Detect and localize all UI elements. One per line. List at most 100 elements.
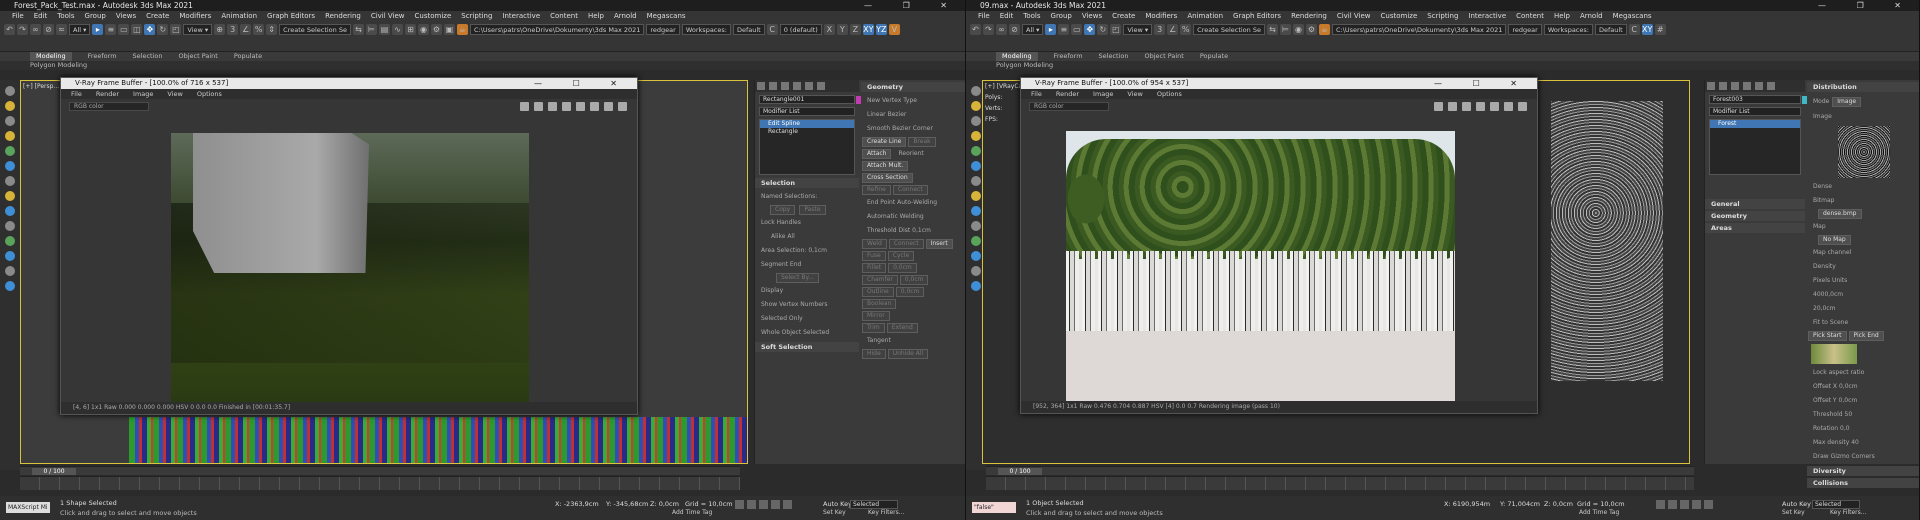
r-render-icon[interactable]: ☕ xyxy=(1318,24,1330,35)
connect-button-2[interactable]: Connect xyxy=(888,239,924,249)
rollout-soft-selection[interactable]: Soft Selection xyxy=(755,342,859,352)
r-menu-megascans[interactable]: Megascans xyxy=(1613,11,1652,22)
max-density-value[interactable]: 40 xyxy=(1851,439,1859,446)
r-vfb-menu-view[interactable]: View xyxy=(1127,89,1142,99)
r-vfb-menu-options[interactable]: Options xyxy=(1157,89,1182,99)
render-setup-icon[interactable]: ⚙ xyxy=(430,24,442,35)
r-forest-icon[interactable] xyxy=(971,146,981,156)
r-rect-select-icon[interactable]: ▭ xyxy=(1071,24,1083,35)
linear-radio[interactable]: Linear xyxy=(867,111,886,118)
r-menu-scripting[interactable]: Scripting xyxy=(1427,11,1458,22)
menu-content[interactable]: Content xyxy=(550,11,578,22)
boolean-button[interactable]: Boolean xyxy=(862,299,897,309)
add-time-tag[interactable]: Add Time Tag xyxy=(672,509,712,516)
stack-item-forest[interactable]: Forest xyxy=(1710,120,1800,128)
vfb-menu-view[interactable]: View xyxy=(167,89,182,99)
r-create-icon[interactable] xyxy=(971,86,981,96)
r-menu-modifiers[interactable]: Modifiers xyxy=(1145,11,1177,22)
pick-end-button[interactable]: Pick End xyxy=(1848,331,1884,341)
r-spacewarp-icon[interactable] xyxy=(971,191,981,201)
left-track-bar[interactable] xyxy=(20,476,740,490)
extend-button[interactable]: Extend xyxy=(886,323,918,333)
r-unlink-icon[interactable]: ⊘ xyxy=(1009,24,1020,35)
r-display-icon[interactable] xyxy=(971,266,981,276)
axis-xy-icon[interactable]: XY xyxy=(862,24,874,35)
menu-views[interactable]: Views xyxy=(116,11,136,22)
attach-mult-button[interactable]: Attach Mult. xyxy=(862,161,909,171)
set-key-button[interactable]: Set Key xyxy=(823,509,846,516)
r-render-stop-icon[interactable] xyxy=(1504,102,1513,111)
pick-start-button[interactable]: Pick Start xyxy=(1808,331,1847,341)
cross-section-button[interactable]: Cross Section xyxy=(862,173,913,183)
r-prev-frame-icon[interactable] xyxy=(1668,500,1677,509)
spinner-snap-icon[interactable]: ⇕ xyxy=(266,24,278,35)
chamfer-value[interactable]: 0,0cm xyxy=(899,275,929,285)
draw-gizmo-checkbox[interactable]: Draw Gizmo Corners xyxy=(1807,450,1919,464)
render-icon[interactable]: ☕ xyxy=(456,24,468,35)
rotation-value[interactable]: 0,0 xyxy=(1840,425,1850,432)
selection-filter-dropdown[interactable]: All ▾ xyxy=(69,24,91,35)
r-scale-icon[interactable]: ◰ xyxy=(1110,24,1122,35)
r-align-icon[interactable]: ⊨ xyxy=(1279,24,1291,35)
distribution-map-thumbnail[interactable] xyxy=(1838,126,1890,178)
next-frame-icon[interactable] xyxy=(771,500,780,509)
r-redo-icon[interactable]: ↷ xyxy=(983,24,994,35)
r-go-to-start-icon[interactable] xyxy=(1656,500,1665,509)
connect-button[interactable]: Connect xyxy=(892,185,928,195)
r-motion-tab-icon[interactable] xyxy=(1743,82,1751,90)
density-y-value[interactable]: 20,0cm xyxy=(1807,302,1919,316)
create-line-button[interactable]: Create Line xyxy=(862,137,907,147)
layer-dropdown[interactable]: 0 (default) xyxy=(779,24,822,35)
render-frame-icon[interactable]: ▣ xyxy=(443,24,455,35)
r-mirror-icon[interactable]: ⇆ xyxy=(1266,24,1278,35)
r-menu-help[interactable]: Help xyxy=(1554,11,1570,22)
r-save-icon[interactable] xyxy=(1434,102,1443,111)
offset-y-value[interactable]: 0,0cm xyxy=(1839,397,1858,404)
r-ribbon-tab-populate[interactable]: Populate xyxy=(1200,52,1228,61)
copitor-icon[interactable]: C xyxy=(766,24,778,35)
r-set-key-button[interactable]: Set Key xyxy=(1782,509,1805,516)
r-select-icon[interactable]: ▸ xyxy=(1045,24,1057,35)
right-track-bar[interactable] xyxy=(986,476,1694,490)
display-tab-icon[interactable] xyxy=(805,82,813,90)
rect-select-icon[interactable]: ▭ xyxy=(118,24,130,35)
helper-icon[interactable] xyxy=(5,176,15,186)
region-icon[interactable] xyxy=(576,102,585,111)
axis-x-icon[interactable]: X xyxy=(823,24,835,35)
pivot-icon[interactable]: ⊕ xyxy=(214,24,226,35)
menu-interactive[interactable]: Interactive xyxy=(502,11,540,22)
undo-icon[interactable]: ↶ xyxy=(4,24,15,35)
curve-editor-icon[interactable]: ∿ xyxy=(391,24,403,35)
menu-scripting[interactable]: Scripting xyxy=(461,11,492,22)
fillet-value[interactable]: 0,0cm xyxy=(888,263,917,273)
play-icon[interactable] xyxy=(759,500,768,509)
selected-only-checkbox[interactable]: Selected Only xyxy=(755,312,859,326)
no-map-button[interactable]: No Map xyxy=(1818,235,1851,245)
r-menu-file[interactable]: File xyxy=(978,11,990,22)
r-light-icon[interactable] xyxy=(971,101,981,111)
ribbon-tab-freeform[interactable]: Freeform xyxy=(88,52,117,61)
r-helper-icon[interactable] xyxy=(971,176,981,186)
r-time-slider-frame[interactable]: 0 / 100 xyxy=(998,468,1042,475)
menu-arnold[interactable]: Arnold xyxy=(614,11,637,22)
menu-graph-editors[interactable]: Graph Editors xyxy=(267,11,315,22)
trim-button[interactable]: Trim xyxy=(862,323,885,333)
maxscript-listener[interactable]: MAXScript Mi xyxy=(6,502,50,513)
r-display-tab-icon[interactable] xyxy=(1755,82,1763,90)
r-clear-icon[interactable] xyxy=(1462,102,1471,111)
menu-rendering[interactable]: Rendering xyxy=(325,11,361,22)
go-to-start-icon[interactable] xyxy=(735,500,744,509)
modify-tab-icon[interactable] xyxy=(769,82,777,90)
schematic-icon[interactable]: ⊞ xyxy=(404,24,416,35)
r-coord-y[interactable]: Y: 71,004cm xyxy=(1500,500,1540,508)
r-object-name-field[interactable]: Forest003 xyxy=(1709,95,1808,104)
user-account[interactable]: redgear xyxy=(646,24,680,35)
menu-edit[interactable]: Edit xyxy=(34,11,48,22)
r-geometry-icon[interactable] xyxy=(971,116,981,126)
r-coord-x[interactable]: X: 6190,954m xyxy=(1444,500,1490,508)
outline-value[interactable]: 0,0cm xyxy=(895,287,925,297)
r-auto-key-button[interactable]: Auto Key xyxy=(1782,500,1811,508)
refine-button[interactable]: Refine xyxy=(862,185,891,195)
r-add-time-tag[interactable]: Add Time Tag xyxy=(1579,509,1619,516)
modify-icon[interactable] xyxy=(5,221,15,231)
